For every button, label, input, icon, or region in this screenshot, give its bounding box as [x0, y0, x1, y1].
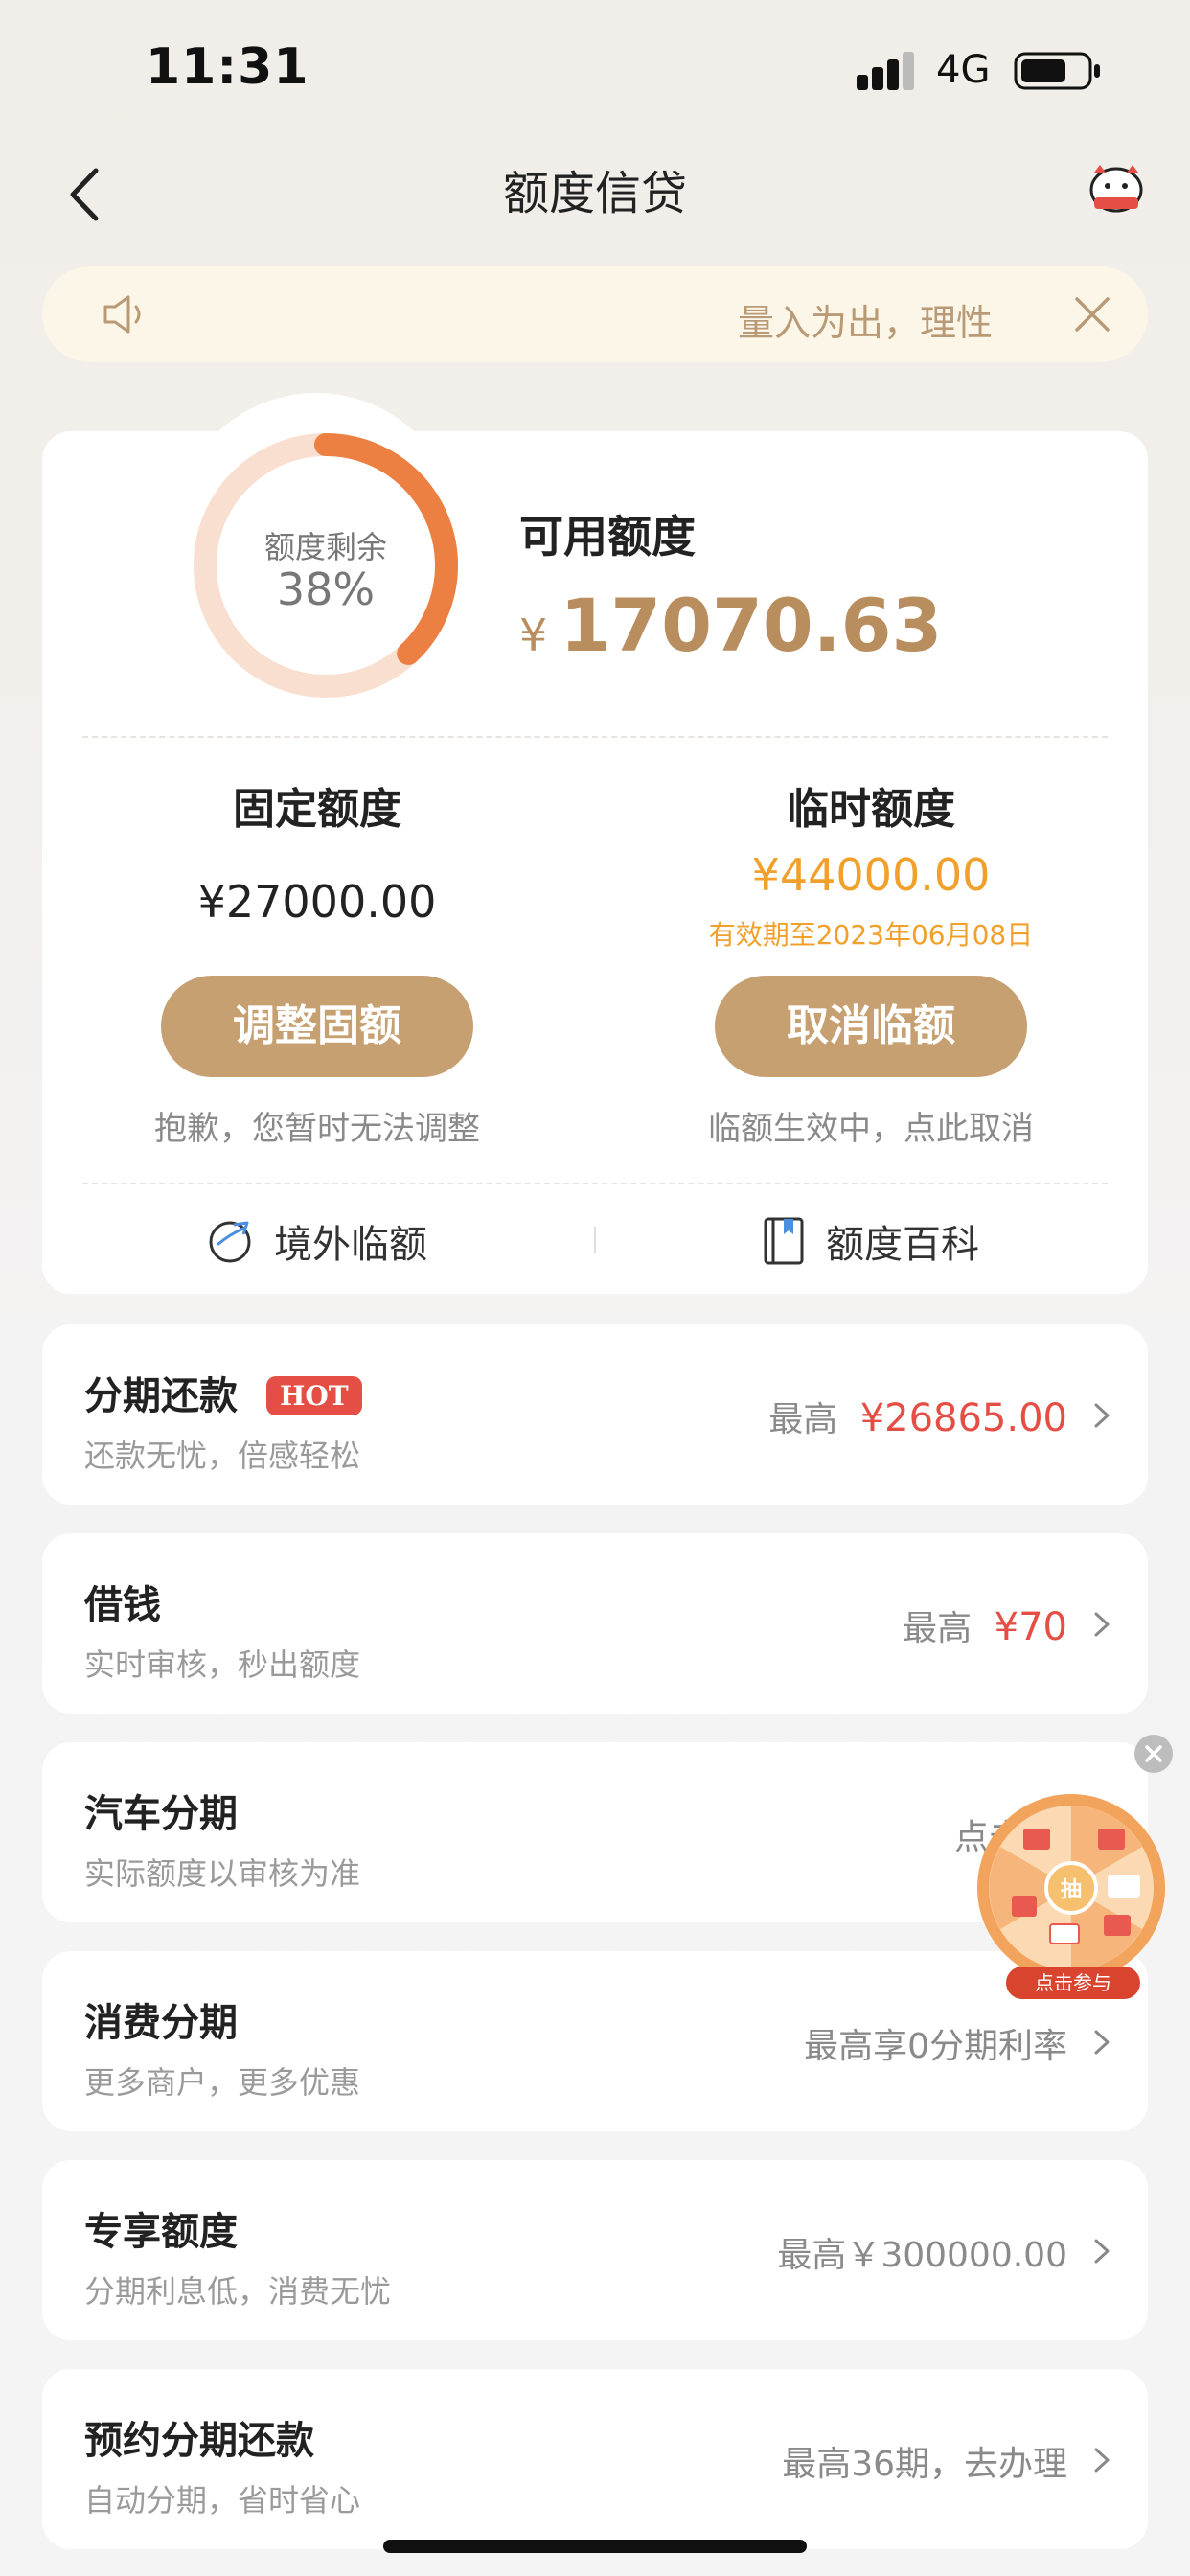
chevron-right-icon [1094, 2448, 1110, 2472]
row-subtitle: 实时审核，秒出额度 [84, 1646, 361, 1683]
available-currency: ¥ [519, 610, 548, 661]
row-subtitle: 分期利息低，消费无忧 [84, 2273, 392, 2310]
borrow-row[interactable]: 借钱 实时审核，秒出额度 最高 ¥70 [42, 1533, 1148, 1714]
close-icon [1145, 1745, 1162, 1762]
row-value-prefix: 最高 [768, 1400, 838, 1439]
temp-quota-note: 临额生效中，点此取消 [708, 1110, 1034, 1148]
exclusive-quota-row[interactable]: 专享额度 分期利息低，消费无忧 最高￥300000.00 [42, 2160, 1148, 2340]
row-value-prefix: 最高 [903, 1609, 973, 1648]
ring-label: 额度剩余 [263, 529, 387, 565]
chevron-right-icon [1094, 2239, 1110, 2264]
page-title: 额度信贷 [502, 167, 687, 220]
fixed-quota-title: 固定额度 [233, 785, 401, 834]
available-value: 17070.63 [560, 583, 943, 668]
row-value: 最高￥300000.00 [777, 2236, 1067, 2275]
available-amount: ¥ 17070.63 [519, 583, 942, 668]
status-time: 11:31 [146, 38, 309, 96]
adjust-fixed-button[interactable]: 调整固额 [161, 976, 473, 1077]
temp-quota-amount: ¥44000.00 [751, 849, 991, 901]
installment-repay-row[interactable]: 分期还款 HOT 还款无忧，倍感轻松 最高 ¥26865.00 [42, 1324, 1148, 1505]
quota-card: 额度剩余 38% 可用额度 ¥ 17070.63 固定额度 ¥27000.00 … [42, 431, 1148, 1294]
overseas-temp-label: 境外临额 [274, 1223, 427, 1267]
row-value-amount: ¥70 [994, 1605, 1067, 1649]
signal-icon [857, 50, 924, 94]
row-value: 最高享0分期利率 [804, 2027, 1067, 2066]
link-separator [594, 1227, 596, 1254]
available-label: 可用额度 [519, 511, 696, 563]
close-icon [1075, 297, 1110, 332]
fixed-quota-note: 抱歉，您暂时无法调整 [154, 1110, 480, 1148]
wheel-center-label: 抽 [1060, 1878, 1082, 1902]
temp-quota-validity: 有效期至2023年06月08日 [708, 919, 1034, 951]
row-title: 分期还款 HOT [84, 1365, 362, 1420]
row-title-text: 分期还款 [84, 1374, 238, 1418]
divider [82, 1183, 1108, 1184]
lottery-wheel-widget[interactable]: 抽 点击参与 [973, 1790, 1169, 2001]
divider [82, 736, 1108, 738]
globe-plane-icon [209, 1221, 251, 1263]
mascot-icon [1089, 165, 1143, 213]
quota-wiki-link[interactable]: 额度百科 [761, 1208, 979, 1275]
wheel-cta[interactable]: 点击参与 [1006, 1966, 1140, 1999]
fixed-quota-amount: ¥27000.00 [197, 876, 437, 928]
chevron-right-icon [1094, 2030, 1110, 2055]
speaker-icon [103, 295, 141, 334]
ring-percent: 38% [276, 564, 376, 615]
row-title: 消费分期 [84, 2001, 238, 2045]
row-title: 专享额度 [84, 2210, 238, 2254]
hot-badge: HOT [265, 1376, 362, 1415]
notice-text: 量入为出，理性 [737, 302, 993, 344]
row-subtitle: 实际额度以审核为准 [84, 1855, 361, 1892]
row-subtitle: 还款无忧，倍感轻松 [84, 1438, 361, 1474]
quota-wiki-label: 额度百科 [826, 1223, 979, 1267]
overseas-temp-link[interactable]: 境外临额 [205, 1208, 427, 1275]
network-label: 4G [936, 48, 991, 92]
wheel-close-button[interactable] [1134, 1735, 1173, 1773]
notice-bar[interactable]: 量入为出，理性 [42, 266, 1148, 362]
row-title: 借钱 [84, 1583, 161, 1627]
cancel-temp-button[interactable]: 取消临额 [715, 976, 1027, 1077]
temp-quota-title: 临时额度 [787, 785, 955, 834]
chevron-right-icon [1094, 1612, 1110, 1637]
row-title: 汽车分期 [84, 1792, 238, 1836]
row-value: 最高36期，去办理 [782, 2445, 1067, 2484]
book-icon [764, 1217, 804, 1265]
row-subtitle: 更多商户，更多优惠 [84, 2064, 361, 2101]
battery-icon [1014, 50, 1102, 96]
scheduled-installment-row[interactable]: 预约分期还款 自动分期，省时省心 最高36期，去办理 [42, 2369, 1148, 2549]
row-value: 最高 ¥26865.00 [768, 1392, 1067, 1441]
home-indicator [383, 2540, 807, 2553]
mascot-button[interactable] [1083, 161, 1150, 218]
chevron-right-icon [1094, 1403, 1110, 1428]
row-value: 最高 ¥70 [903, 1600, 1067, 1650]
row-title: 预约分期还款 [84, 2419, 314, 2463]
notice-close-button[interactable] [1071, 293, 1113, 335]
row-value-amount: ¥26865.00 [859, 1396, 1067, 1440]
row-subtitle: 自动分期，省时省心 [84, 2482, 361, 2518]
